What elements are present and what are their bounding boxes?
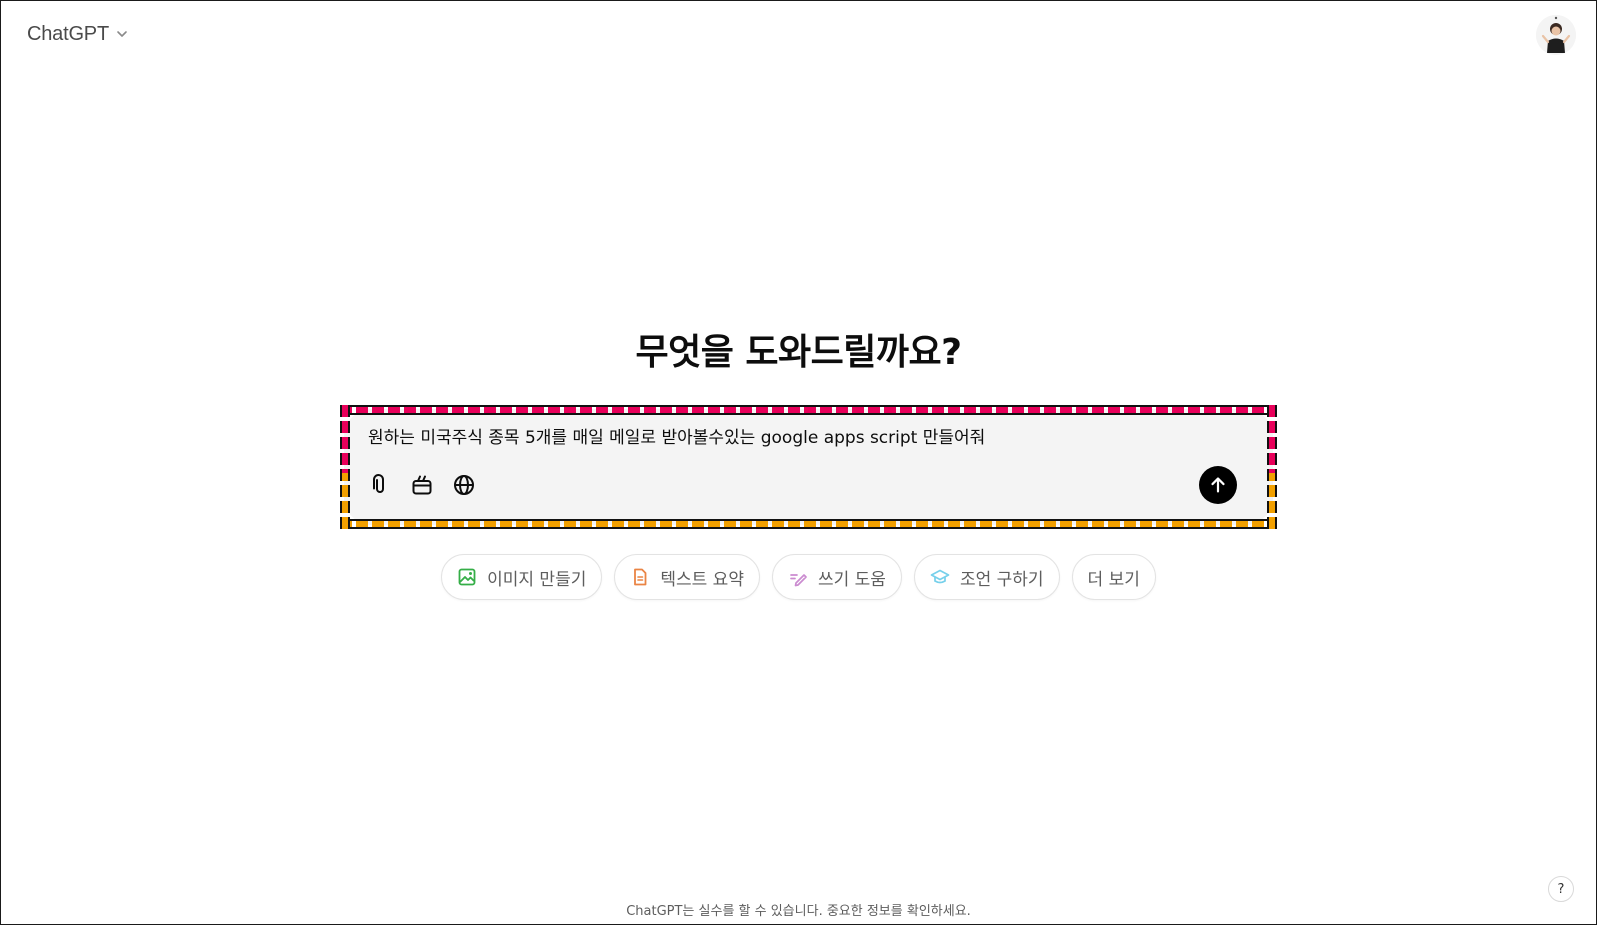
chip-label: 텍스트 요약 bbox=[660, 569, 744, 590]
globe-icon bbox=[454, 475, 474, 495]
send-button[interactable] bbox=[1199, 466, 1237, 504]
app-window: ChatGPT 무엇을 도와드릴까요? 원하는 미국주식 종목 5개를 매일 메… bbox=[0, 0, 1597, 925]
chip-label: 더 보기 bbox=[1087, 569, 1140, 590]
disclaimer: ChatGPT는 실수를 할 수 있습니다. 중요한 정보를 확인하세요. bbox=[626, 904, 971, 919]
suggestion-summarize-text[interactable]: 텍스트 요약 bbox=[614, 554, 760, 600]
prompt-input[interactable]: 원하는 미국주식 종목 5개를 매일 메일로 받아볼수있는 google app… bbox=[368, 423, 1228, 448]
pen-icon bbox=[790, 574, 807, 587]
toolbox-icon bbox=[412, 475, 432, 495]
composer-box: 원하는 미국주식 종목 5개를 매일 메일로 받아볼수있는 google app… bbox=[344, 409, 1273, 525]
tools-button[interactable] bbox=[404, 467, 440, 503]
model-switcher[interactable]: ChatGPT bbox=[19, 15, 137, 53]
image-icon bbox=[458, 568, 476, 586]
suggestion-create-image[interactable]: 이미지 만들기 bbox=[441, 554, 603, 600]
suggestion-chips: 이미지 만들기 텍스트 요약 쓰기 도움 조언 구하기 더 보기 bbox=[1, 554, 1596, 600]
page-title: 무엇을 도와드릴까요? bbox=[635, 332, 963, 373]
chip-label: 쓰기 도움 bbox=[817, 569, 886, 590]
composer-tools bbox=[362, 467, 482, 503]
chip-label: 조언 구하기 bbox=[959, 569, 1044, 590]
attach-button[interactable] bbox=[362, 467, 398, 503]
search-web-button[interactable] bbox=[446, 467, 482, 503]
user-avatar[interactable] bbox=[1536, 15, 1576, 55]
suggestion-more[interactable]: 더 보기 bbox=[1071, 554, 1156, 600]
chevron-down-icon bbox=[117, 31, 127, 37]
document-icon bbox=[634, 568, 647, 586]
arrow-up-icon bbox=[1211, 477, 1225, 493]
paperclip-icon bbox=[373, 474, 384, 493]
suggestion-get-advice[interactable]: 조언 구하기 bbox=[913, 554, 1060, 600]
graduation-cap-icon bbox=[930, 569, 950, 584]
chip-label: 이미지 만들기 bbox=[487, 569, 587, 590]
avatar-image bbox=[1536, 15, 1576, 55]
suggestion-help-write[interactable]: 쓰기 도움 bbox=[771, 554, 902, 600]
model-name: ChatGPT bbox=[27, 22, 109, 45]
composer: 원하는 미국주식 종목 5개를 매일 메일로 받아볼수있는 google app… bbox=[340, 405, 1277, 529]
help-button[interactable]: ? bbox=[1548, 876, 1574, 902]
